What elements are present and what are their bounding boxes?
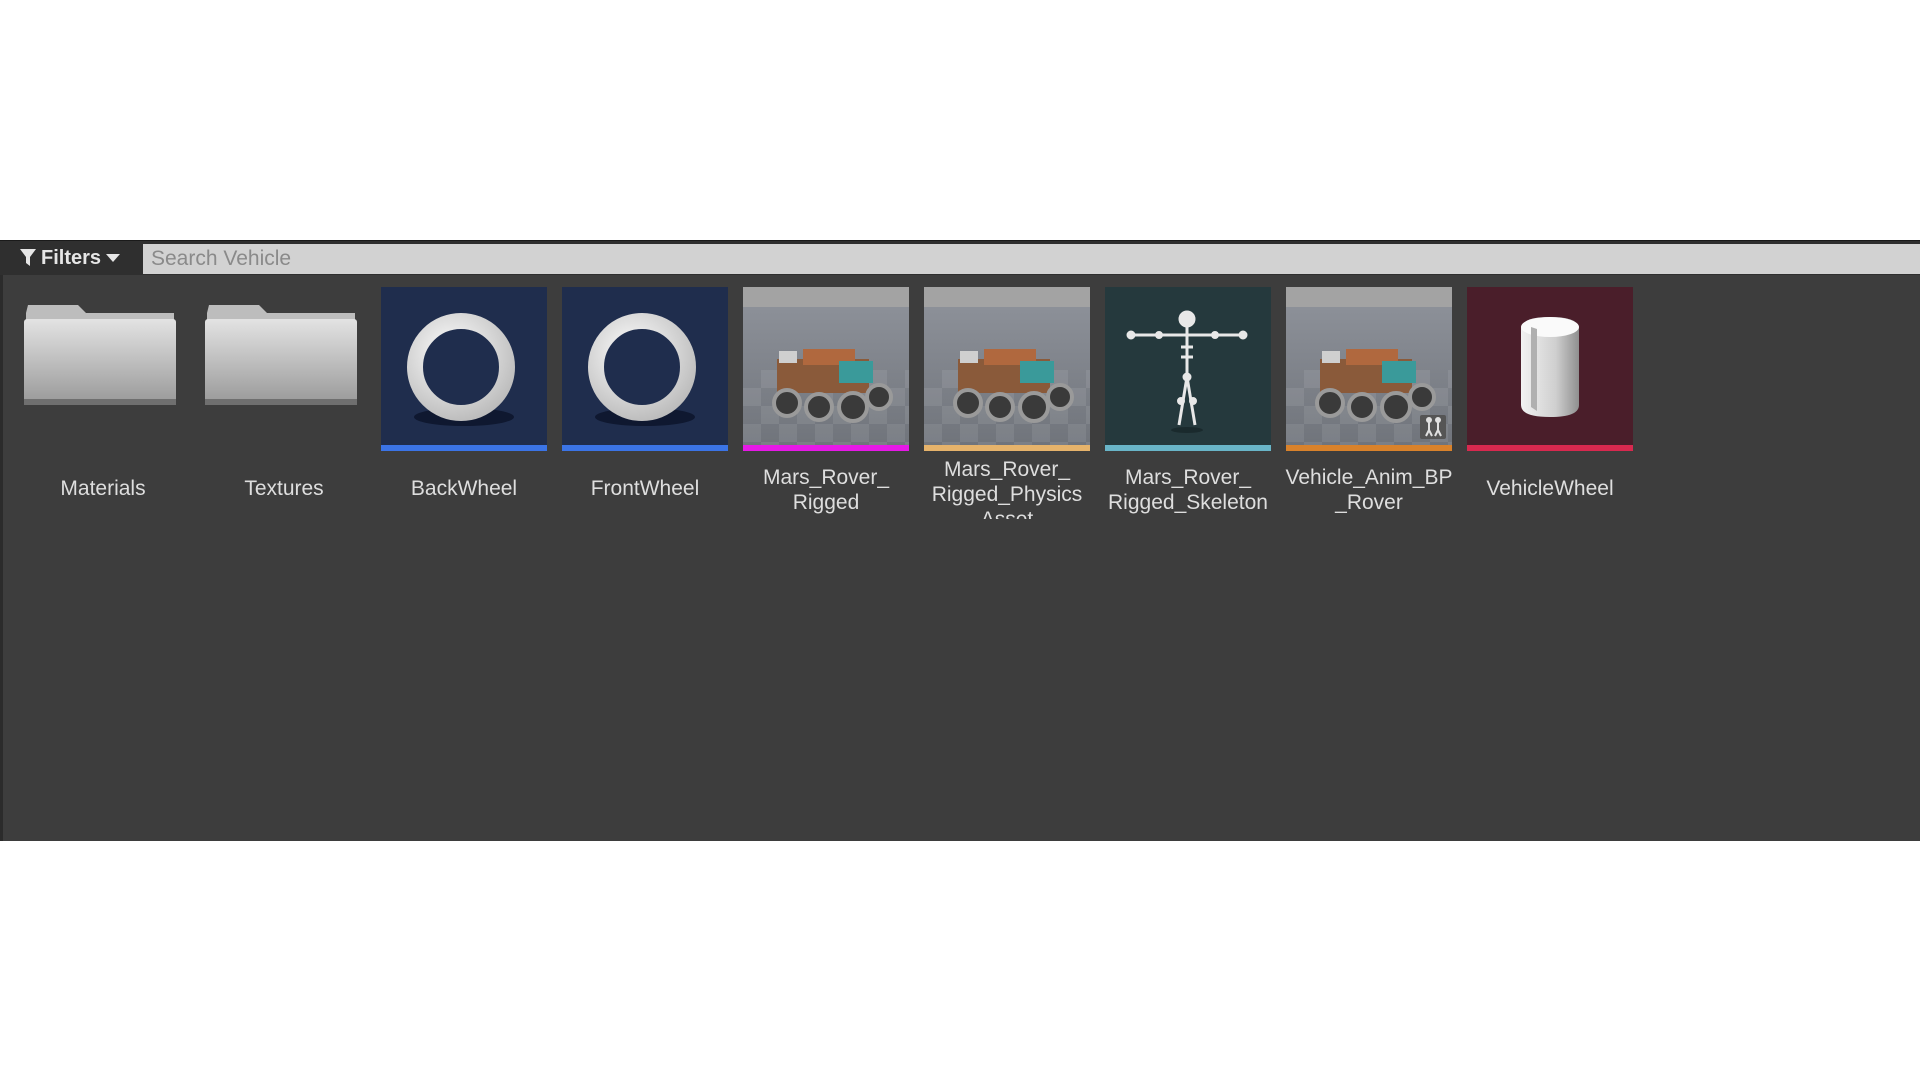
content-browser-toolbar: Filters — [0, 241, 1920, 275]
asset-label: Textures — [244, 477, 324, 500]
asset-label: Vehicle_Anim_BP _Rover — [1285, 466, 1453, 514]
anim-blueprint-thumbnail — [1286, 287, 1452, 451]
asset-label: Materials — [60, 477, 146, 500]
filters-label: Filters — [41, 246, 102, 269]
asset-tile-vehicle-anim-bp-rover[interactable]: Vehicle_Anim_BP _Rover — [1286, 287, 1452, 514]
asset-type-bar — [1105, 445, 1271, 451]
asset-type-bar — [1286, 445, 1452, 451]
rover-icon — [953, 349, 1074, 423]
asset-label: Mars_Rover_ Rigged — [762, 466, 890, 514]
torus-icon — [588, 313, 696, 426]
asset-label: VehicleWheel — [1486, 477, 1614, 500]
anim-blueprint-badge-icon — [1420, 415, 1446, 439]
blueprint-thumbnail — [1467, 287, 1633, 451]
asset-type-bar — [1467, 445, 1633, 451]
asset-tile-vehiclewheel[interactable]: VehicleWheel — [1467, 287, 1633, 500]
filters-button[interactable]: Filters — [20, 245, 130, 271]
content-browser-panel: Filters Materials — [0, 240, 1920, 841]
asset-label: Mars_Rover_ Rigged_Skeleton — [1108, 466, 1268, 514]
asset-type-bar — [562, 445, 728, 451]
physics-asset-thumbnail — [924, 287, 1090, 451]
asset-type-bar — [743, 445, 909, 451]
asset-label: FrontWheel — [590, 477, 700, 500]
asset-tile-mars-rover-rigged-physics-asset[interactable]: Mars_Rover_ Rigged_Physics Asset — [924, 287, 1090, 519]
asset-label: BackWheel — [410, 477, 518, 500]
skeletal-mesh-thumbnail — [743, 287, 909, 451]
search-input[interactable] — [143, 244, 1920, 274]
skeleton-thumbnail — [1105, 287, 1271, 451]
asset-tile-backwheel[interactable]: BackWheel — [381, 287, 547, 500]
chevron-down-icon — [106, 253, 121, 263]
asset-type-bar — [924, 445, 1090, 451]
torus-icon — [407, 313, 515, 426]
skeleton-icon — [1126, 310, 1248, 433]
asset-tile-mars-rover-rigged-skeleton[interactable]: Mars_Rover_ Rigged_Skeleton — [1105, 287, 1271, 514]
asset-tile-frontwheel[interactable]: FrontWheel — [562, 287, 728, 500]
asset-type-bar — [381, 445, 547, 451]
asset-tile-materials[interactable]: Materials — [20, 287, 186, 500]
asset-tile-mars-rover-rigged[interactable]: Mars_Rover_ Rigged — [743, 287, 909, 514]
rover-icon — [772, 349, 893, 423]
folder-icon — [20, 287, 186, 451]
asset-label: Mars_Rover_ Rigged_Physics Asset — [931, 458, 1083, 519]
static-mesh-thumbnail — [381, 287, 547, 451]
asset-tile-textures[interactable]: Textures — [201, 287, 367, 500]
filter-icon — [20, 249, 36, 267]
folder-icon — [201, 287, 367, 451]
static-mesh-thumbnail — [562, 287, 728, 451]
cylinder-icon — [1521, 317, 1579, 417]
